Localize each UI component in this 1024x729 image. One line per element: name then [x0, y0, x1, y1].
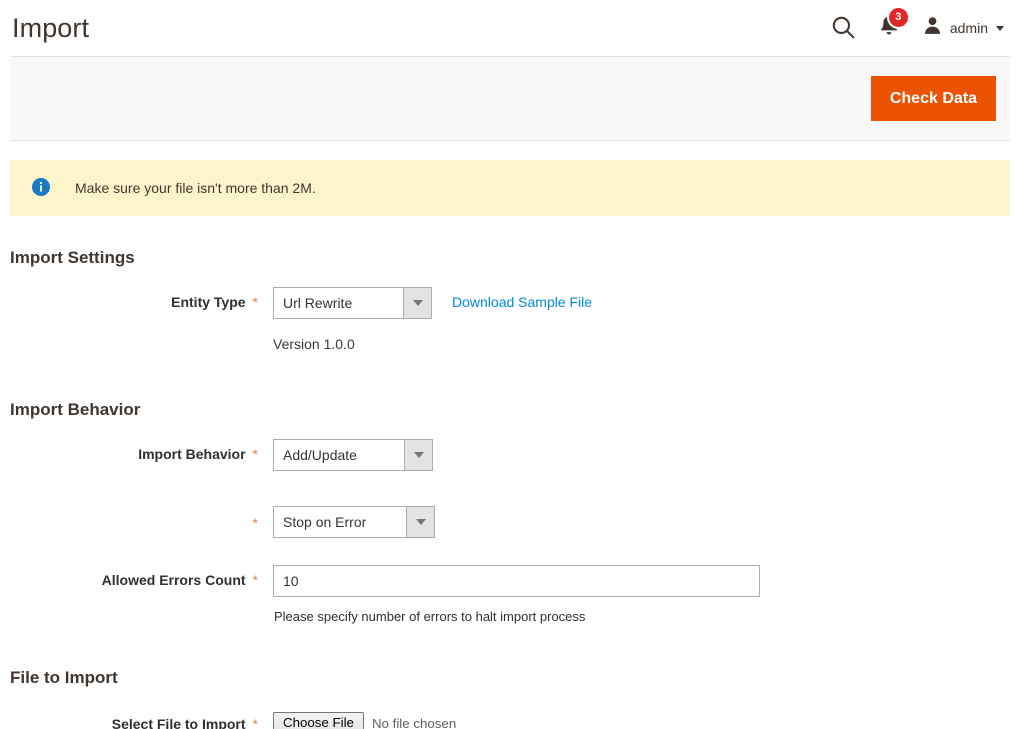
choose-file-button[interactable]: Choose File [273, 712, 364, 729]
chevron-down-icon [406, 507, 434, 537]
file-to-import-legend: File to Import [10, 668, 118, 687]
search-button[interactable] [830, 14, 856, 43]
user-avatar-icon [922, 15, 943, 41]
download-sample-file-link[interactable]: Download Sample File [452, 287, 592, 310]
allowed-errors-count-control: Please specify number of errors to halt … [258, 565, 1010, 624]
import-behavior-control: Add/Update [258, 439, 433, 471]
admin-user-name: admin [949, 20, 988, 36]
field-entity-type: Entity Type * Url Rewrite Download Sample… [10, 287, 1010, 319]
notice-message-text: Make sure your file isn't more than 2M. [75, 179, 316, 196]
field-error-handling: * Stop on Error [10, 506, 1010, 538]
entity-type-label-text: Entity Type [171, 294, 246, 310]
import-behavior-label-text: Import Behavior [138, 446, 246, 462]
error-handling-control: Stop on Error [258, 506, 435, 538]
page-actions-toolbar: Check Data [10, 56, 1010, 141]
allowed-errors-count-label-text: Allowed Errors Count [101, 572, 246, 588]
allowed-errors-count-note: Please specify number of errors to halt … [274, 609, 586, 624]
page-title: Import [12, 12, 90, 43]
import-behavior-selected-value: Add/Update [283, 447, 357, 463]
notifications-button[interactable]: 3 [878, 7, 908, 43]
select-file-label-text: Select File to Import [111, 716, 246, 729]
page-header: Import 3 admin [0, 0, 1024, 56]
error-handling-label: * [10, 506, 258, 532]
select-file-control: Choose File No file chosen [258, 708, 456, 729]
field-allowed-errors-count: Allowed Errors Count* Please specify num… [10, 565, 1010, 624]
info-circle-icon [32, 177, 75, 199]
entity-type-select[interactable]: Url Rewrite [273, 287, 432, 319]
search-icon [830, 14, 856, 43]
notification-count-badge: 3 [888, 7, 908, 27]
allowed-errors-count-label: Allowed Errors Count * [10, 565, 258, 589]
page-content: Import Settings Entity Type * Url Rewrite… [0, 249, 1024, 729]
header-actions: 3 admin [830, 7, 1010, 43]
import-settings-fieldset: Import Settings Entity Type * Url Rewrite… [10, 249, 1010, 352]
entity-version-note: Version 1.0.0 [273, 336, 355, 352]
check-data-button[interactable]: Check Data [870, 76, 996, 121]
import-settings-legend: Import Settings [10, 248, 135, 267]
messages-area: Make sure your file isn't more than 2M. [0, 141, 1024, 216]
entity-type-control: Url Rewrite Download Sample File [258, 287, 592, 319]
import-behavior-select[interactable]: Add/Update [273, 439, 433, 471]
allowed-errors-count-input[interactable] [273, 565, 760, 597]
file-chosen-status: No file chosen [371, 715, 457, 729]
field-import-behavior: Import Behavior * Add/Update [10, 439, 1010, 471]
chevron-down-icon [403, 288, 431, 318]
file-to-import-fieldset: File to Import Select File to Import * Ch… [10, 669, 1010, 729]
notice-message: Make sure your file isn't more than 2M. [10, 160, 1010, 216]
entity-type-selected-value: Url Rewrite [283, 295, 353, 311]
import-behavior-legend: Import Behavior [10, 400, 141, 419]
import-behavior-label: Import Behavior * [10, 439, 258, 463]
chevron-down-icon [996, 25, 1004, 31]
entity-type-label: Entity Type * [10, 287, 258, 311]
field-select-file: Select File to Import * Choose File No fi… [10, 708, 1010, 729]
admin-user-menu[interactable]: admin [922, 15, 1004, 41]
import-behavior-fieldset: Import Behavior Import Behavior * Add/Upd… [10, 401, 1010, 624]
error-handling-select[interactable]: Stop on Error [273, 506, 435, 538]
file-input[interactable]: Choose File No file chosen [273, 708, 456, 729]
chevron-down-icon [404, 440, 432, 470]
error-handling-selected-value: Stop on Error [283, 514, 367, 530]
select-file-label: Select File to Import * [10, 708, 258, 729]
